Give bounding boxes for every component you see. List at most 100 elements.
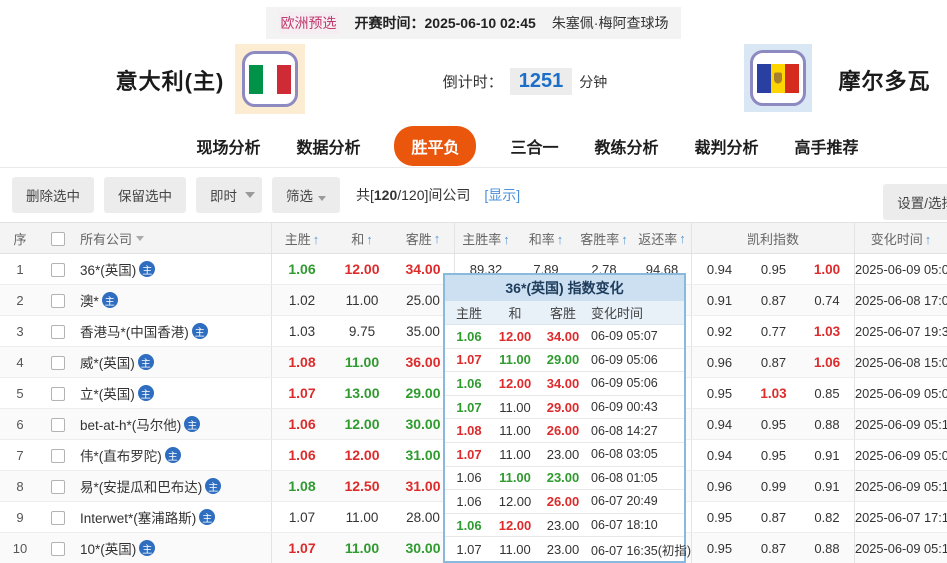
company-cell: 易*(安提瓜和巴布达)主 [76,471,272,501]
row-check-cell [40,261,76,276]
row-seq: 9 [0,510,40,525]
draw-odds: 11.00 [332,354,392,370]
company-name: 威*(英国) [80,352,135,372]
popup-change-time: 06-09 05:06 [589,376,684,390]
row-check-cell [40,540,76,555]
row-checkbox[interactable] [51,263,65,277]
home-badge-icon: 主 [199,509,215,525]
home-team-name: 意大利(主) [100,64,240,96]
popup-change-time: 06-08 01:05 [589,471,684,485]
popup-away-odds: 26.00 [537,494,589,509]
home-badge-icon: 主 [102,292,118,308]
col-company[interactable]: 所有公司 [76,223,272,253]
kelly-1: 0.94 [692,262,747,277]
countdown: 倒计时： 1251 分钟 [306,68,744,95]
col-change-time[interactable]: 变化时间 [855,229,947,248]
row-checkbox[interactable] [51,387,65,401]
countdown-label: 倒计时： [443,71,503,92]
select-all-checkbox[interactable] [51,232,65,246]
row-checkbox[interactable] [51,356,65,370]
row-checkbox[interactable] [51,294,65,308]
draw-odds: 12.00 [332,416,392,432]
row-check-cell [40,478,76,493]
popup-draw-odds: 11.00 [493,447,537,462]
tab-expert-picks[interactable]: 高手推荐 [793,127,861,165]
popup-home-odds: 1.06 [445,376,493,391]
popup-row: 1.0811.0026.0006-08 14:27 [445,419,684,443]
draw-odds: 13.00 [332,385,392,401]
settings-button[interactable]: 设置/选择 [883,184,947,220]
popup-draw-odds: 11.00 [493,470,537,485]
popup-change-time: 06-09 05:06 [589,353,684,367]
tab-live-analysis[interactable]: 现场分析 [194,127,262,165]
kelly-1: 0.95 [692,541,747,556]
time-mode-select[interactable]: 即时 [196,177,262,213]
popup-away-odds: 34.00 [537,329,589,344]
col-away-odds[interactable]: 客胜 [392,223,455,253]
table-header: 序 所有公司 主胜 和 客胜 主胜率 和率 客胜率 返还率 凯利指数 变化时间 [0,222,947,254]
keep-selected-button[interactable]: 保留选中 [104,177,186,213]
kelly-3: 0.74 [800,285,855,315]
row-seq: 10 [0,541,40,556]
row-checkbox[interactable] [51,511,65,525]
row-checkbox[interactable] [51,542,65,556]
kelly-3: 0.88 [800,533,855,563]
row-checkbox[interactable] [51,480,65,494]
kelly-3: 1.00 [800,254,855,284]
row-checkbox[interactable] [51,449,65,463]
change-time: 2025-06-09 05:09 [855,386,947,401]
kelly-1: 0.96 [692,355,747,370]
popup-draw-odds: 12.00 [493,329,537,344]
home-badge-icon: 主 [165,447,181,463]
tab-data-analysis[interactable]: 数据分析 [294,127,362,165]
tab-win-draw-lose[interactable]: 胜平负 [394,126,476,166]
home-badge-icon: 主 [139,540,155,556]
home-flag [235,44,305,114]
tab-coach-analysis[interactable]: 教练分析 [593,127,661,165]
popup-draw-odds: 12.00 [493,494,537,509]
col-home-odds[interactable]: 主胜 [272,229,332,248]
popup-row: 1.0711.0023.0006-08 03:05 [445,443,684,467]
home-odds: 1.08 [272,478,332,494]
away-team-name: 摩尔多瓦 [832,64,937,96]
italy-flag-icon [249,65,291,94]
popup-home-odds: 1.08 [445,423,493,438]
popup-away-odds: 26.00 [537,423,589,438]
col-draw-rate[interactable]: 和率 [517,229,575,248]
kelly-3: 0.91 [800,471,855,501]
popup-col-away: 客胜 [537,303,589,322]
home-badge-icon: 主 [138,354,154,370]
filter-dropdown[interactable]: 筛选 [272,177,340,213]
show-link[interactable]: [显示] [484,185,520,205]
company-name: 10*(英国) [80,538,136,558]
home-badge-icon: 主 [138,385,154,401]
company-name: 伟*(直布罗陀) [80,445,162,465]
kelly-3: 1.06 [800,347,855,377]
row-seq: 4 [0,355,40,370]
row-check-cell [40,509,76,524]
row-checkbox[interactable] [51,418,65,432]
chevron-down-icon [136,236,144,241]
col-home-rate[interactable]: 主胜率 [455,229,517,248]
home-odds: 1.07 [272,385,332,401]
kelly-2: 0.87 [747,510,800,525]
popup-body: 1.0612.0034.0006-09 05:071.0711.0029.000… [445,325,684,561]
sort-asc-icon [555,232,564,247]
company-name: 立*(英国) [80,383,135,403]
countdown-unit: 分钟 [579,72,607,92]
col-away-rate[interactable]: 客胜率 [575,229,633,248]
sort-asc-icon [311,232,320,247]
home-odds: 1.02 [272,293,332,308]
toolbar: 删除选中 保留选中 即时 筛选 共[120/120]间公司 [显示] [0,168,947,222]
home-odds: 1.06 [272,416,332,432]
row-checkbox[interactable] [51,325,65,339]
draw-odds: 11.00 [332,293,392,308]
tab-referee-analysis[interactable]: 裁判分析 [693,127,761,165]
col-return-rate[interactable]: 返还率 [633,223,692,253]
company-name: Interwet*(塞浦路斯) [80,507,196,527]
tab-three-in-one[interactable]: 三合一 [508,127,560,165]
delete-selected-button[interactable]: 删除选中 [12,177,94,213]
col-draw-odds[interactable]: 和 [332,229,392,248]
popup-away-odds: 23.00 [537,542,589,557]
popup-row: 1.0611.0023.0006-08 01:05 [445,467,684,491]
